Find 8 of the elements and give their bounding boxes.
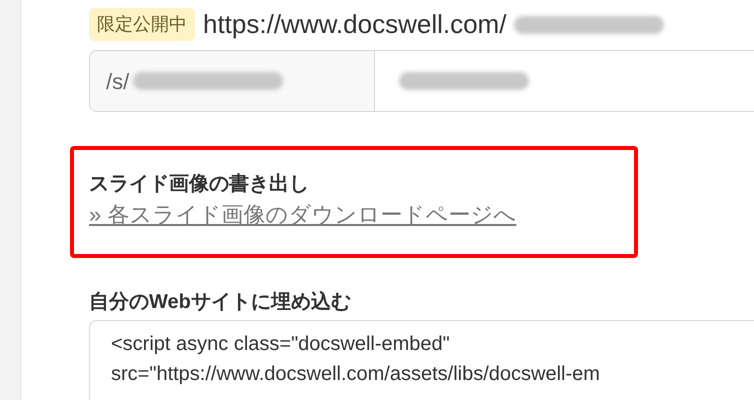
share-url[interactable]: https://www.docswell.com/ <box>203 5 506 44</box>
code-line: src="https://www.docswell.com/assets/libs/docswell-em <box>111 362 601 387</box>
download-page-link[interactable]: » 各スライド画像のダウンロードページへ <box>89 198 516 232</box>
code-line: <script async class="docswell-embed" <box>111 332 451 357</box>
embed-code-box[interactable]: <script async class="docswell-embed" src="https://www.docswell.com/assets/libs/docswell-em <box>89 320 754 400</box>
section-title: スライド画像の書き出し <box>89 172 310 197</box>
status-badge: 限定公開中 <box>89 8 195 41</box>
section-title: 自分のWebサイトに埋め込む <box>89 290 352 315</box>
